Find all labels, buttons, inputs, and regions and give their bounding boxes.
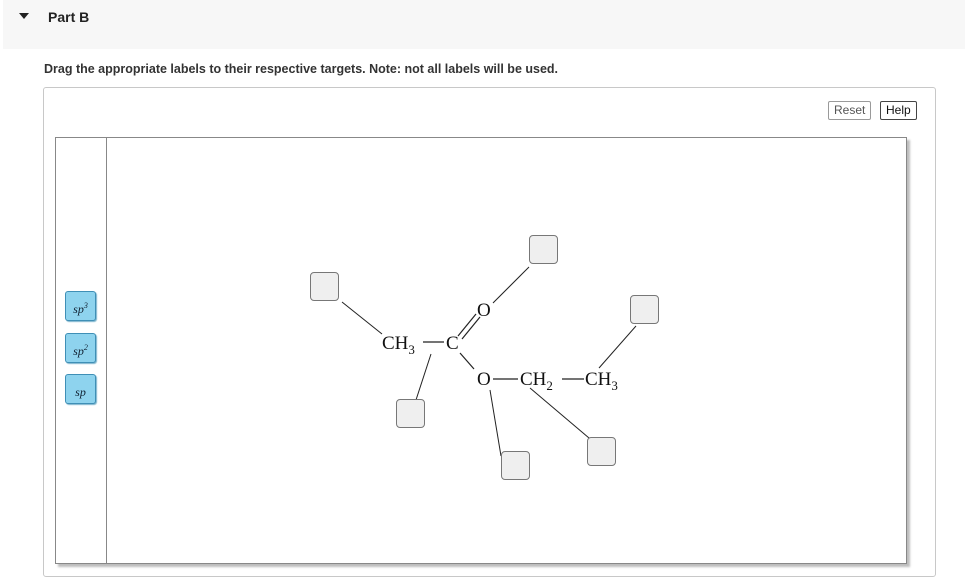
ch3-left-group: CH3	[382, 334, 415, 356]
ch2-group: CH2	[520, 370, 553, 392]
drop-target-4[interactable]	[396, 399, 425, 428]
ch2-sub: 2	[546, 377, 553, 393]
leader-line-1	[341, 301, 383, 335]
instructions-text: Drag the appropriate labels to their res…	[44, 62, 559, 76]
ch3-right-text: CH	[585, 369, 612, 390]
leader-line-6	[529, 387, 590, 439]
ch2-text: CH	[520, 369, 547, 390]
drop-target-2[interactable]	[529, 235, 558, 264]
part-title: Part B	[48, 9, 90, 25]
drop-target-5[interactable]	[501, 451, 530, 480]
part-header[interactable]: Part B	[3, 0, 965, 49]
drag-drop-workspace: sp3 sp2 sp CH3 C O O CH2 CH3	[55, 137, 907, 564]
ch3-right-sub: 3	[611, 377, 618, 393]
drop-target-1[interactable]	[310, 272, 339, 301]
ch3-left-sub: 3	[408, 341, 415, 357]
leader-line-3	[598, 325, 637, 369]
drop-target-3[interactable]	[630, 295, 659, 324]
help-button[interactable]: Help	[880, 101, 917, 120]
ester-oxygen: O	[477, 369, 491, 390]
leader-line-4	[414, 353, 432, 404]
carbonyl-carbon: C	[446, 333, 459, 354]
ch3-right-group: CH3	[585, 370, 618, 392]
drop-target-6[interactable]	[587, 437, 616, 466]
carbonyl-oxygen: O	[477, 300, 491, 321]
leader-line-5	[489, 389, 502, 457]
bond-c-o	[459, 352, 475, 370]
molecule-bonds	[341, 266, 637, 457]
leader-line-2	[492, 266, 530, 304]
reset-button[interactable]: Reset	[828, 101, 872, 120]
ch3-left-text: CH	[382, 333, 409, 354]
collapse-caret-icon[interactable]	[19, 13, 29, 19]
